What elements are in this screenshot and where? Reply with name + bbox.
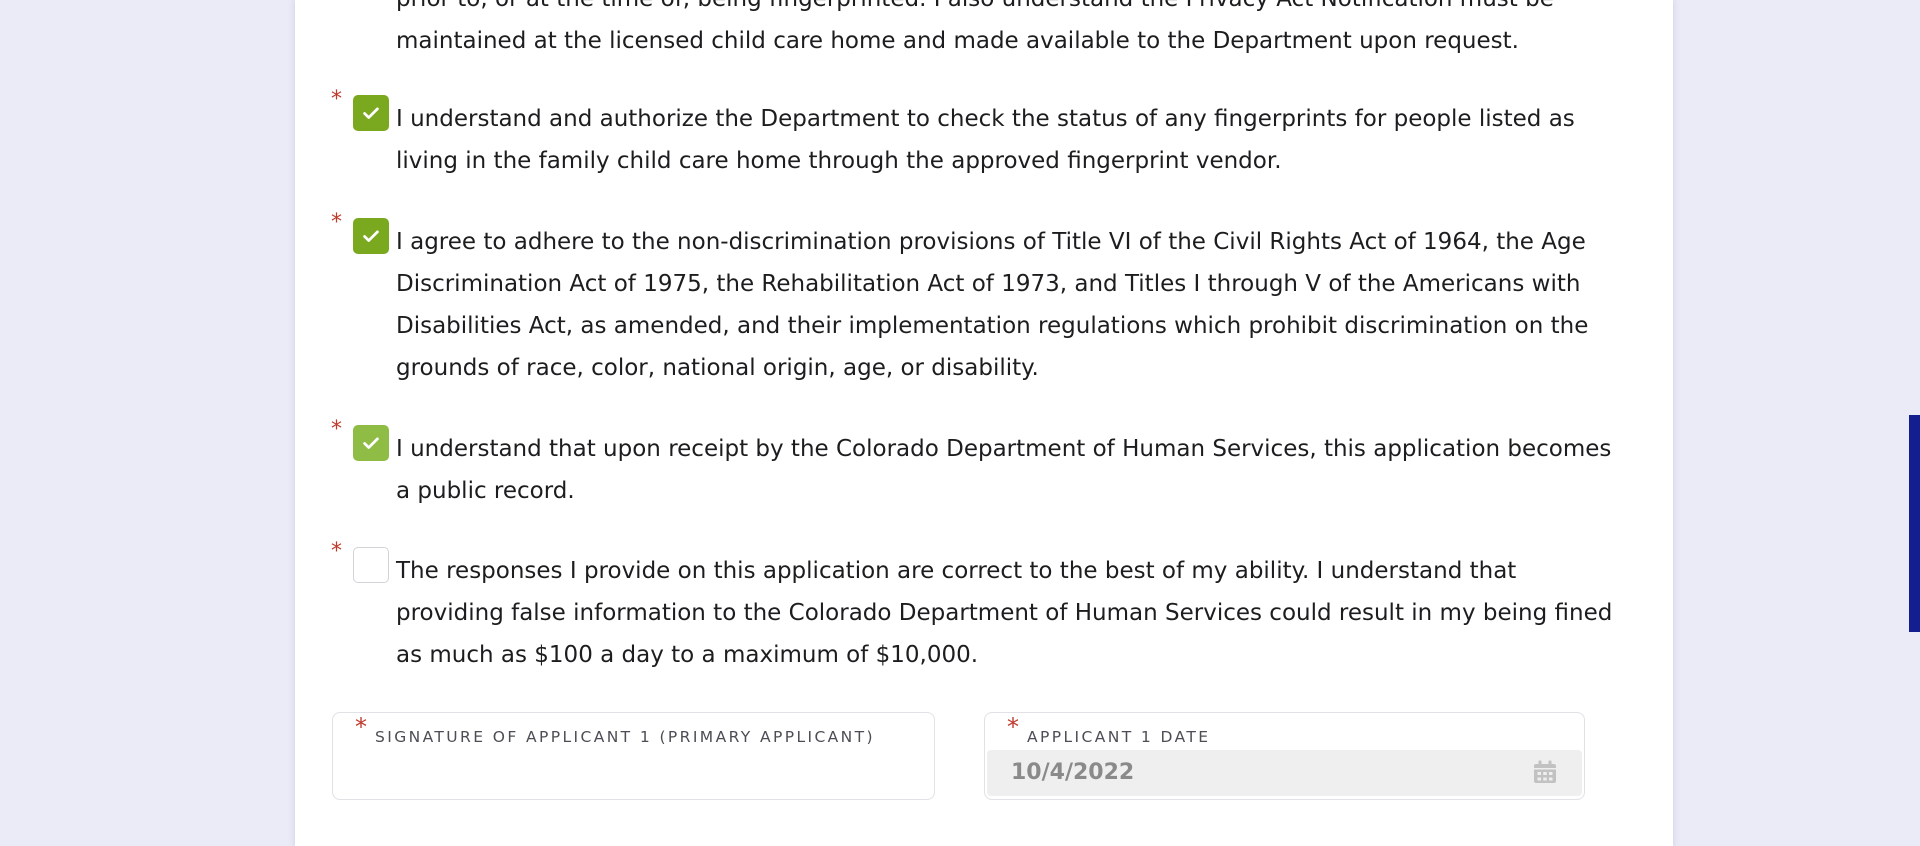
scrollbar-thumb[interactable] [1909,415,1920,632]
consent-item-public-record: * I understand that upon receipt by the … [331,419,1631,515]
fingerprint-consent-label: I understand and authorize the Departmen… [396,106,1575,174]
date-field-label: APPLICANT 1 DATE [1027,728,1211,746]
calendar-icon[interactable] [1532,759,1558,785]
signature-field-label: SIGNATURE OF APPLICANT 1 (PRIMARY APPLIC… [375,728,875,746]
signature-field[interactable]: * SIGNATURE OF APPLICANT 1 (PRIMARY APPL… [332,712,935,800]
page-scrollbar[interactable] [1909,0,1920,846]
consent-item-accuracy: * The responses I provide on this applic… [331,541,1631,677]
date-value: 10/4/2022 [1011,760,1135,785]
signature-input[interactable] [357,757,910,791]
consent-item-non-discrimination: * I agree to adhere to the non-discrimin… [331,212,1631,388]
required-marker: * [331,417,342,442]
public-record-checkbox[interactable] [353,425,389,461]
required-marker: * [331,539,342,564]
previous-item-line-1: prior to, or at the time of, being finge… [396,0,1616,20]
fingerprint-consent-checkbox[interactable] [353,95,389,131]
form-panel: prior to, or at the time of, being finge… [295,0,1673,846]
previous-item-line-2: maintained at the licensed child care ho… [396,28,1519,54]
previous-item-text: prior to, or at the time of, being finge… [295,0,1673,60]
checkmark-icon [363,230,379,242]
non-discrimination-label: I agree to adhere to the non-discriminat… [396,229,1589,381]
non-discrimination-checkbox[interactable] [353,218,389,254]
required-marker: * [331,210,342,235]
accuracy-attestation-label: The responses I provide on this applicat… [396,558,1613,668]
checkmark-icon [363,437,379,449]
required-marker: * [331,87,342,112]
date-field[interactable]: * APPLICANT 1 DATE 10/4/2022 [984,712,1585,800]
public-record-label: I understand that upon receipt by the Co… [396,436,1612,504]
checkmark-icon [363,107,379,119]
accuracy-attestation-checkbox[interactable] [353,547,389,583]
date-input[interactable]: 10/4/2022 [987,750,1582,796]
required-marker: * [355,713,367,741]
consent-item-fingerprint-status: * I understand and authorize the Departm… [331,89,1631,185]
required-marker: * [1007,713,1019,741]
